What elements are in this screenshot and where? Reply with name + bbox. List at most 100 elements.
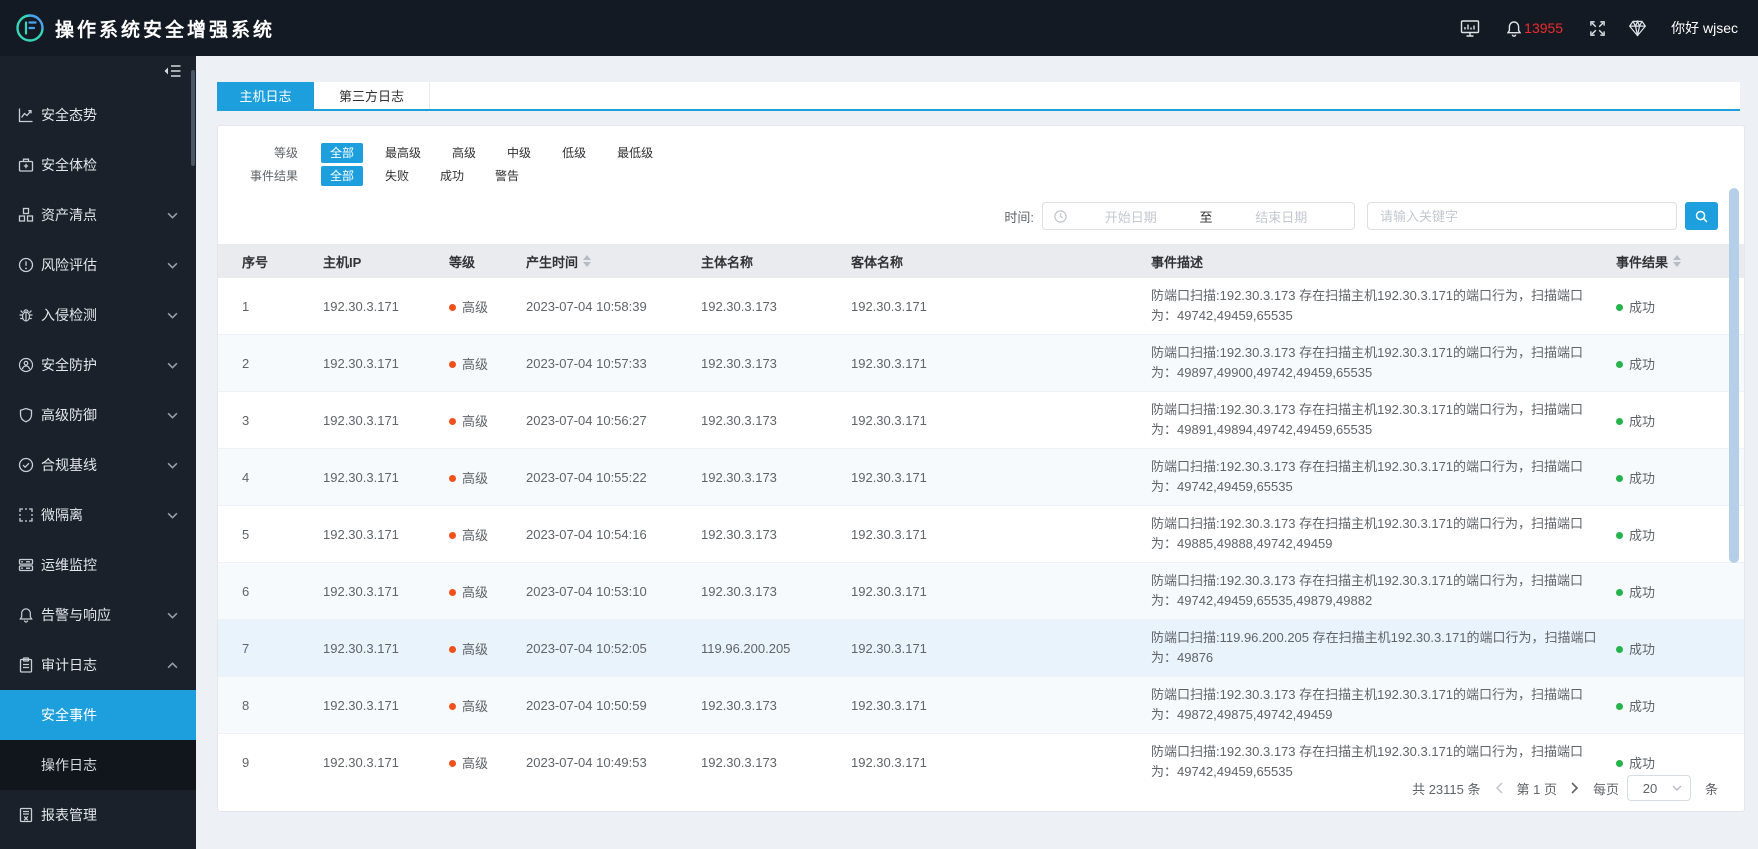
sidebar-item-label: 风险评估	[41, 257, 97, 273]
cell-index: 5	[242, 526, 250, 542]
sidebar-scrollbar[interactable]	[191, 70, 195, 166]
user-greeting[interactable]: 你好 wjsec	[1671, 18, 1738, 38]
cell-time: 2023-07-04 10:54:16	[526, 526, 647, 542]
table-row[interactable]: 2 192.30.3.171 高级 2023-07-04 10:57:33 192.30…	[218, 335, 1744, 392]
filter-option[interactable]: 成功	[431, 166, 473, 186]
cell-subject: 192.30.3.173	[701, 298, 777, 314]
app-title: 操作系统安全增强系统	[55, 19, 276, 41]
end-date-placeholder[interactable]: 结束日期	[1219, 207, 1345, 226]
date-range-separator: 至	[1199, 209, 1213, 225]
sidebar-item-advanced-defense[interactable]: 高级防御	[0, 390, 196, 440]
cell-index: 7	[242, 640, 250, 656]
content-scrollbar[interactable]	[1729, 188, 1739, 563]
filter-option[interactable]: 全部	[321, 165, 364, 186]
filter-option[interactable]: 警告	[486, 166, 528, 186]
table-row[interactable]: 4 192.30.3.171 高级 2023-07-04 10:55:22 192.30…	[218, 449, 1744, 506]
cell-index: 2	[242, 355, 250, 371]
topbar-actions: 13955 你好 wjsec	[1460, 18, 1738, 38]
per-page-select[interactable]: 20	[1626, 775, 1691, 801]
table-row[interactable]: 5 192.30.3.171 高级 2023-07-04 10:54:16 192.30…	[218, 506, 1744, 563]
pagination-current-page: 第 1 页	[1516, 781, 1557, 797]
sidebar-item-compliance-baseline[interactable]: 合规基线	[0, 440, 196, 490]
filter-option[interactable]: 最低级	[608, 143, 662, 163]
cell-time: 2023-07-04 10:52:05	[526, 640, 647, 656]
filter-option[interactable]: 全部	[321, 142, 364, 163]
filter-option[interactable]: 低级	[553, 143, 595, 163]
table-row[interactable]: 9 192.30.3.171 高级 2023-07-04 10:49:53 192.30…	[218, 734, 1744, 781]
column-header: 事件结果	[1616, 252, 1744, 271]
cell-result: 成功	[1616, 411, 1744, 430]
cell-object: 192.30.3.171	[851, 697, 927, 713]
cell-level: 高级	[449, 297, 526, 316]
gem-icon[interactable]	[1628, 19, 1647, 37]
cell-index: 4	[242, 469, 250, 485]
success-dot-icon	[1616, 759, 1623, 767]
filter-option[interactable]: 中级	[498, 143, 540, 163]
sidebar-item-audit-log[interactable]: 审计日志	[0, 640, 196, 690]
level-dot-icon	[449, 360, 456, 368]
cell-description: 防端口扫描:192.30.3.173 存在扫描主机192.30.3.171的端口…	[1151, 288, 1584, 323]
table-row[interactable]: 8 192.30.3.171 高级 2023-07-04 10:50:59 192.30…	[218, 677, 1744, 734]
tab-host-log[interactable]: 主机日志	[217, 82, 314, 109]
sidebar-item-label: 高级防御	[41, 407, 97, 423]
tab-third-party-log[interactable]: 第三方日志	[314, 82, 430, 109]
table-row[interactable]: 7 192.30.3.171 高级 2023-07-04 10:52:05 119.96…	[218, 620, 1744, 677]
notification-count[interactable]: 13955	[1524, 20, 1563, 36]
time-filter-label: 时间:	[1004, 209, 1034, 225]
table-row[interactable]: 3 192.30.3.171 高级 2023-07-04 10:56:27 192.30…	[218, 392, 1744, 449]
search-button[interactable]	[1685, 202, 1718, 230]
level-dot-icon	[449, 417, 456, 425]
success-dot-icon	[1616, 702, 1623, 710]
sidebar-item-security-protection[interactable]: 安全防护	[0, 340, 196, 390]
table-row[interactable]: 6 192.30.3.171 高级 2023-07-04 10:53:10 192.30…	[218, 563, 1744, 620]
success-dot-icon	[1616, 360, 1623, 368]
column-header-label: 产生时间	[526, 254, 579, 270]
filter-option[interactable]: 最高级	[376, 143, 430, 163]
level-dot-icon	[449, 531, 456, 539]
sidebar-item-asset-inventory[interactable]: 资产清点	[0, 190, 196, 240]
cell-index: 3	[242, 412, 250, 428]
filter-option[interactable]: 高级	[443, 143, 485, 163]
sidebar-subitem-operation-log[interactable]: 操作日志	[0, 740, 196, 790]
sidebar-item-micro-segmentation[interactable]: 微隔离	[0, 490, 196, 540]
filter-option[interactable]: 失败	[376, 166, 418, 186]
prev-page-icon[interactable]	[1495, 782, 1503, 794]
level-dot-icon	[449, 702, 456, 710]
sort-icon[interactable]	[583, 255, 592, 267]
monitor-icon[interactable]	[1460, 19, 1480, 38]
sidebar-item-alert-response[interactable]: 告警与响应	[0, 590, 196, 640]
column-header: 客体名称	[851, 252, 1151, 271]
bell-icon[interactable]	[1506, 20, 1522, 37]
cell-description: 防端口扫描:192.30.3.173 存在扫描主机192.30.3.171的端口…	[1151, 573, 1584, 608]
sidebar-subitem-security-event[interactable]: 安全事件	[0, 690, 196, 740]
menu-fold-icon[interactable]	[163, 64, 182, 83]
cell-level: 高级	[449, 753, 526, 772]
cell-result: 成功	[1616, 525, 1744, 544]
filters: 等级 全部 最高级 高级 中级 低级 最低级 事件结果 全部 失败 成功 警告	[246, 142, 675, 188]
column-header-label: 等级	[449, 254, 476, 270]
next-page-icon[interactable]	[1571, 782, 1579, 794]
keyword-input[interactable]	[1367, 202, 1677, 230]
sidebar-item-ops-monitoring[interactable]: 运维监控	[0, 540, 196, 590]
events-table: 序号 主机IP 等级 产生时间 主体名称 客体名称 事件描述 事件结果 1 192.30.3.1…	[218, 244, 1744, 781]
cell-object: 192.30.3.171	[851, 754, 927, 770]
fullscreen-icon[interactable]	[1589, 20, 1606, 37]
first-aid-icon	[18, 157, 34, 173]
chevron-down-icon	[167, 362, 178, 369]
cell-object: 192.30.3.171	[851, 526, 927, 542]
date-range-picker[interactable]: 开始日期 至 结束日期	[1042, 202, 1355, 230]
sidebar-item-risk-assessment[interactable]: 风险评估	[0, 240, 196, 290]
table-header: 序号 主机IP 等级 产生时间 主体名称 客体名称 事件描述 事件结果	[218, 244, 1744, 278]
sort-icon[interactable]	[1673, 255, 1682, 267]
cell-level: 高级	[449, 468, 526, 487]
table-row[interactable]: 1 192.30.3.171 高级 2023-07-04 10:58:39 192.30…	[218, 278, 1744, 335]
sidebar-item-security-checkup[interactable]: 安全体检	[0, 140, 196, 190]
tab-label: 第三方日志	[338, 89, 404, 104]
sidebar-item-intrusion-detection[interactable]: 入侵检测	[0, 290, 196, 340]
start-date-placeholder[interactable]: 开始日期	[1068, 207, 1194, 226]
sidebar-item-security-posture[interactable]: 安全态势	[0, 90, 196, 140]
cell-time: 2023-07-04 10:56:27	[526, 412, 647, 428]
level-dot-icon	[449, 759, 456, 767]
sidebar-item-report-management[interactable]: 报表管理	[0, 790, 196, 840]
sidebar-item-label: 合规基线	[41, 457, 97, 473]
